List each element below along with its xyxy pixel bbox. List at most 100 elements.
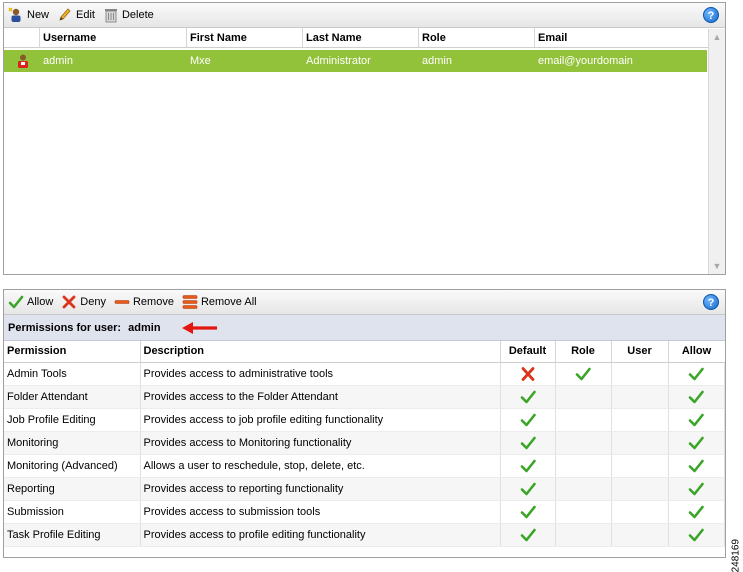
cell-description: Provides access to job profile editing f… [140,408,501,432]
column-header-role[interactable]: Role [555,341,612,363]
permissions-title-label: Permissions for user: [8,322,122,334]
cell-default[interactable] [500,500,556,524]
check-icon [688,482,705,495]
deny-label: Deny [80,296,106,308]
cell-role[interactable] [555,408,612,432]
cell-user[interactable] [611,500,669,524]
column-header-permission[interactable]: Permission [4,341,141,363]
check-icon [520,459,536,472]
cell-role[interactable] [555,500,612,524]
column-header-default[interactable]: Default [500,341,556,363]
permissions-table: Permission Description Default Role User… [4,341,725,547]
cell-default[interactable] [500,431,556,455]
deny-button[interactable]: Deny [61,294,106,310]
cell-user[interactable] [611,454,669,478]
cell-default[interactable] [500,362,556,386]
new-user-icon [8,7,24,23]
cell-default[interactable] [500,408,556,432]
cell-allow[interactable] [668,431,725,455]
delete-user-label: Delete [121,9,154,21]
scroll-up-icon[interactable]: ▲ [709,29,725,45]
check-icon [688,459,705,472]
check-icon [688,436,705,449]
permissions-title: Permissions for user: admin [4,315,725,341]
edit-user-button[interactable]: Edit [57,7,95,23]
users-help-icon[interactable]: ? [703,7,719,23]
table-row[interactable]: Monitoring Provides access to Monitoring … [4,431,725,455]
table-row[interactable]: Admin Tools Provides access to administra… [4,362,725,386]
permissions-help-icon[interactable]: ? [703,294,719,310]
remove-button[interactable]: Remove [114,294,174,310]
cell-user[interactable] [611,385,669,409]
cell-allow[interactable] [668,362,725,386]
column-header-description[interactable]: Description [140,341,501,363]
column-header-first-name[interactable]: First Name [187,28,303,47]
check-icon [520,413,536,426]
column-header-last-name[interactable]: Last Name [303,28,419,47]
remove-all-button[interactable]: Remove All [182,294,257,310]
cell-role[interactable] [555,431,612,455]
table-row[interactable]: Task Profile Editing Provides access to p… [4,523,725,547]
cell-role[interactable] [555,454,612,478]
cell-role[interactable] [555,362,612,386]
cell-allow[interactable] [668,385,725,409]
cell-allow[interactable] [668,523,725,547]
remove-icon [114,294,130,310]
check-icon [688,390,705,403]
column-header-role[interactable]: Role [419,28,535,47]
cell-permission: Submission [4,500,141,524]
cell-default[interactable] [500,477,556,501]
allow-label: Allow [27,296,54,308]
icon-column-header [4,28,40,47]
delete-user-button[interactable]: Delete [103,7,154,23]
check-icon [520,390,536,403]
cell-role[interactable] [555,477,612,501]
column-header-allow[interactable]: Allow [668,341,725,363]
users-panel: New Edit Delete ? Username First Name La… [3,2,726,275]
cell-allow[interactable] [668,408,725,432]
users-vertical-scrollbar[interactable]: ▲ ▼ [708,29,725,274]
cell-permission: Task Profile Editing [4,523,141,547]
cell-default[interactable] [500,523,556,547]
check-icon [688,367,705,380]
scroll-down-icon[interactable]: ▼ [709,258,725,274]
cell-user[interactable] [611,362,669,386]
cell-description: Provides access to profile editing funct… [140,523,501,547]
remove-all-label: Remove All [200,296,257,308]
cell-allow[interactable] [668,500,725,524]
cell-role[interactable] [555,523,612,547]
table-row[interactable]: Monitoring (Advanced) Allows a user to re… [4,454,725,478]
cell-user[interactable] [611,408,669,432]
cell-description: Provides access to the Folder Attendant [140,385,501,409]
table-row[interactable]: admin Mxe Administrator admin email@your… [4,50,707,72]
cell-permission: Monitoring (Advanced) [4,454,141,478]
cell-description: Allows a user to reschedule, stop, delet… [140,454,501,478]
table-row[interactable]: Job Profile Editing Provides access to jo… [4,408,725,432]
table-row[interactable]: Reporting Provides access to reporting fu… [4,477,725,501]
cell-allow[interactable] [668,477,725,501]
check-icon [520,528,536,541]
admin-user-icon [4,50,40,72]
check-icon [688,528,705,541]
check-icon [520,505,536,518]
cell-user[interactable] [611,523,669,547]
x-icon [61,294,77,310]
column-header-username[interactable]: Username [40,28,187,47]
edit-user-label: Edit [76,9,95,21]
table-row[interactable]: Submission Provides access to submission … [4,500,725,524]
allow-button[interactable]: Allow [8,294,53,310]
new-user-button[interactable]: New [8,7,49,23]
cell-allow[interactable] [668,454,725,478]
cell-permission: Folder Attendant [4,385,141,409]
column-header-email[interactable]: Email [535,28,707,47]
cell-default[interactable] [500,385,556,409]
cell-user[interactable] [611,477,669,501]
cell-user[interactable] [611,431,669,455]
table-row[interactable]: Folder Attendant Provides access to the F… [4,385,725,409]
cell-description: Provides access to reporting functionali… [140,477,501,501]
cell-role[interactable] [555,385,612,409]
column-header-user[interactable]: User [611,341,669,363]
cell-username: admin [43,55,73,67]
cell-permission: Admin Tools [4,362,141,386]
cell-default[interactable] [500,454,556,478]
